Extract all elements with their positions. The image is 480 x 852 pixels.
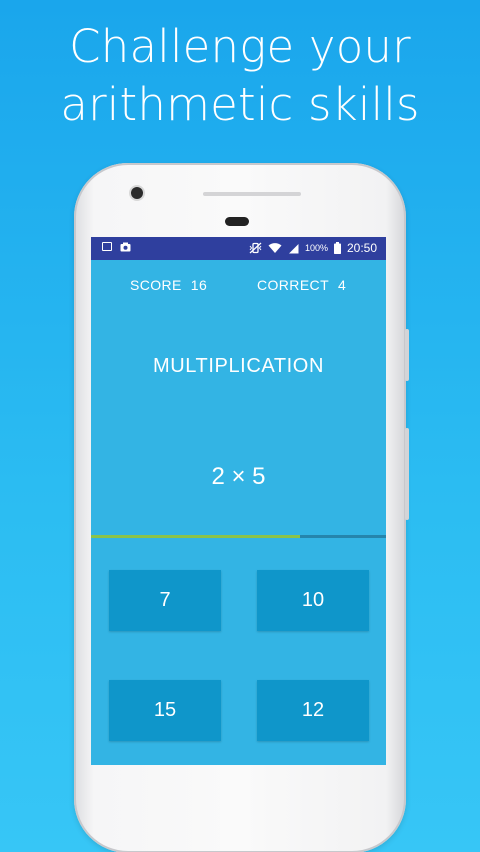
correct-value: 4 bbox=[338, 277, 347, 293]
answer-button-1[interactable]: 7 bbox=[109, 570, 221, 631]
question-text: 2 × 5 bbox=[211, 463, 266, 490]
headline-line-1: Challenge your bbox=[69, 20, 411, 73]
promo-headline: Challenge your arithmetic skills bbox=[0, 18, 480, 134]
speaker-grille bbox=[203, 192, 301, 196]
answer-button-2[interactable]: 10 bbox=[257, 570, 369, 631]
wifi-icon bbox=[268, 243, 282, 253]
earpiece bbox=[225, 217, 249, 226]
image-icon bbox=[102, 242, 112, 251]
score-value: 16 bbox=[190, 277, 208, 293]
battery-percent: 100% bbox=[304, 243, 328, 253]
power-button bbox=[405, 329, 409, 381]
front-camera-icon bbox=[131, 187, 143, 199]
phone-frame: 100% 20:50 SCORE 16 CORRECT 4 MULTIPLICATI… bbox=[74, 163, 409, 852]
category-title: MULTIPLICATION bbox=[152, 355, 324, 377]
cell-signal-icon bbox=[288, 243, 299, 253]
score-display: SCORE 16 bbox=[130, 277, 207, 293]
app-screen: 100% 20:50 SCORE 16 CORRECT 4 MULTIPLICATI… bbox=[91, 237, 386, 765]
headline-line-2: arithmetic skills bbox=[60, 78, 420, 131]
correct-display: CORRECT 4 bbox=[257, 277, 346, 293]
answer-button-4[interactable]: 12 bbox=[257, 680, 369, 741]
score-label: SCORE bbox=[130, 277, 182, 293]
status-bar: 100% 20:50 bbox=[91, 237, 386, 260]
battery-icon bbox=[333, 242, 341, 254]
answer-button-3[interactable]: 15 bbox=[109, 680, 221, 741]
vibrate-mute-icon bbox=[249, 242, 262, 254]
timer-progress-bar bbox=[91, 535, 386, 538]
correct-label: CORRECT bbox=[257, 277, 330, 293]
camera-icon bbox=[120, 242, 131, 252]
volume-button bbox=[405, 428, 409, 520]
clock-time: 20:50 bbox=[346, 241, 377, 255]
timer-progress-fill bbox=[91, 535, 301, 538]
